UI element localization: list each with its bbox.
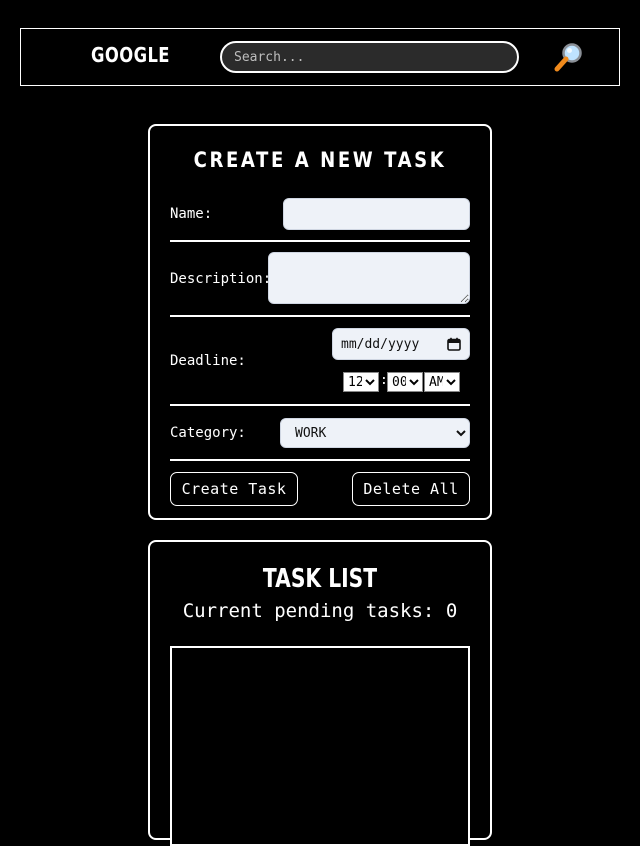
delete-all-button[interactable]: Delete All [352,472,470,506]
search-input[interactable] [220,41,519,73]
category-label: Category: [170,425,246,441]
search-button[interactable] [551,39,587,75]
hour-select[interactable]: 12 [343,372,379,392]
create-task-title: CREATE A NEW TASK [193,148,447,172]
task-list-title: TASK LIST [262,564,378,594]
divider [170,315,470,317]
divider [170,404,470,406]
task-list-container [170,646,470,846]
category-select[interactable]: WORK [280,418,470,448]
name-input[interactable] [283,198,470,230]
create-task-card: CREATE A NEW TASK Name: Description: Dea… [148,124,492,520]
name-label: Name: [170,206,213,222]
task-list-card: TASK LIST Current pending tasks: 0 [148,540,492,846]
create-task-button[interactable]: Create Task [170,472,298,506]
magnifier-icon [554,43,582,72]
calendar-icon[interactable] [447,337,461,351]
date-placeholder: mm/dd/yyyy [341,336,420,352]
ampm-select[interactable]: AM [424,372,460,392]
description-label: Description: [170,271,272,287]
deadline-label: Deadline: [170,353,246,369]
description-input[interactable] [268,252,470,304]
minute-select[interactable]: 00 [387,372,423,392]
top-navbar: GOOGLE [20,28,620,86]
brand-logo[interactable]: GOOGLE [91,43,170,67]
divider [170,240,470,242]
deadline-date-input[interactable]: mm/dd/yyyy [332,328,470,360]
divider [170,459,470,461]
pending-tasks-count: Current pending tasks: 0 [182,600,458,622]
